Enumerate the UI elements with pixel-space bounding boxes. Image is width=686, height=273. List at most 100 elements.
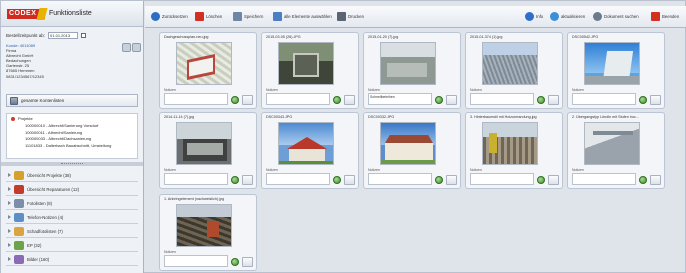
category-ep[interactable]: EP (32)	[6, 239, 138, 252]
confirm-icon[interactable]	[231, 96, 239, 104]
photo-card[interactable]: Dachgeschossplan-neu.jpg Notizen	[159, 32, 257, 109]
photo-thumbnail[interactable]	[380, 42, 436, 85]
project-item[interactable]: 100000033 - Albrecht/Dachsanierung	[11, 136, 133, 143]
project-item[interactable]: 100000011 - Albrecht/Sanierung	[11, 130, 133, 137]
notes-input[interactable]	[164, 173, 228, 185]
expand-arrow-icon[interactable]	[8, 173, 11, 177]
notes-input[interactable]	[572, 93, 636, 105]
confirm-icon[interactable]	[231, 176, 239, 184]
photo-thumbnail[interactable]	[584, 42, 640, 85]
remove-button[interactable]	[242, 95, 253, 105]
category-reparaturen[interactable]: Übersicht Reparaturen (12)	[6, 183, 138, 196]
photo-card[interactable]: 2015-01-20 (7).jpg Notizen Schnellbeleih…	[363, 32, 461, 109]
remove-button[interactable]	[242, 257, 253, 267]
photo-thumbnail[interactable]	[278, 122, 334, 165]
category-bilder[interactable]: Bilder (160)	[6, 253, 138, 266]
photo-card[interactable]: 2014-11-14 (7).jpg Notizen	[159, 112, 257, 189]
expand-arrow-icon[interactable]	[8, 201, 11, 205]
info-button[interactable]: Info	[525, 12, 543, 21]
damage-photo-icon	[14, 226, 24, 236]
photo-card[interactable]: DSC00332.JPG Notizen	[363, 112, 461, 189]
notes-input[interactable]	[266, 93, 330, 105]
photo-filename: 2015-01-20 (7).jpg	[368, 35, 399, 39]
photo-thumbnail[interactable]	[380, 122, 436, 165]
notes-input[interactable]	[470, 173, 534, 185]
photo-card[interactable]: 2015-03-05 (26).JPG Notizen	[261, 32, 359, 109]
expand-arrow-icon[interactable]	[8, 215, 11, 219]
sidebar-splitter[interactable]	[1, 162, 143, 166]
remove-button[interactable]	[650, 95, 661, 105]
photo-thumbnail[interactable]	[482, 42, 538, 85]
photo-card[interactable]: 2015-01-374 (1).jpg Notizen	[465, 32, 563, 109]
remove-button[interactable]	[446, 95, 457, 105]
save-button[interactable]: Speichern	[233, 12, 263, 21]
confirm-icon[interactable]	[639, 96, 647, 104]
remove-button[interactable]	[344, 175, 355, 185]
category-schadfotos[interactable]: Schadfotolisten (7)	[6, 225, 138, 238]
photo-thumbnail[interactable]	[278, 42, 334, 85]
confirm-icon[interactable]	[537, 176, 545, 184]
section-kontenlisten[interactable]: gesamte Kontenlisten	[6, 94, 138, 107]
photo-thumbnail[interactable]	[176, 42, 232, 85]
photo-thumbnail[interactable]	[176, 204, 232, 247]
photo-card[interactable]: 1. Anbringelement (nachweislich).jpg Not…	[159, 194, 257, 271]
remove-button[interactable]	[650, 175, 661, 185]
notes-input[interactable]	[266, 173, 330, 185]
confirm-icon[interactable]	[537, 96, 545, 104]
category-telefon[interactable]: Telefon-Notizen (4)	[6, 211, 138, 224]
remove-button[interactable]	[548, 175, 559, 185]
photo-thumbnail[interactable]	[176, 122, 232, 165]
expand-arrow-icon[interactable]	[8, 243, 11, 247]
notes-input[interactable]	[572, 173, 636, 185]
photo-filename: DSC00542.JPG	[572, 35, 599, 39]
notes-label: Notizen	[572, 88, 584, 92]
notes-input[interactable]	[368, 173, 432, 185]
notes-input[interactable]: Schnellbeleihen	[368, 93, 432, 105]
photo-thumbnail[interactable]	[584, 122, 640, 165]
confirm-icon[interactable]	[231, 258, 239, 266]
reset-button[interactable]: Zurücksetzen	[151, 12, 188, 21]
user-settings-icon[interactable]	[122, 43, 131, 52]
notes-input[interactable]	[164, 93, 228, 105]
print-button[interactable]: Drucken	[337, 12, 364, 21]
print-label: Drucken	[348, 14, 365, 19]
expand-arrow-icon[interactable]	[8, 257, 11, 261]
category-label: EP (32)	[27, 242, 42, 248]
user-edit-icon[interactable]	[132, 43, 141, 52]
remove-button[interactable]	[344, 95, 355, 105]
photo-filename: 2. Übergangstyp Löndln mit Stufen hoc...	[572, 115, 639, 119]
confirm-icon[interactable]	[333, 176, 341, 184]
date-input[interactable]: 01.01.2013	[48, 32, 79, 39]
remove-button[interactable]	[548, 95, 559, 105]
expand-arrow-icon[interactable]	[8, 187, 11, 191]
photo-thumbnail[interactable]	[482, 122, 538, 165]
remove-button[interactable]	[242, 175, 253, 185]
photo-card[interactable]: 2. Übergangstyp Löndln mit Stufen hoc...…	[567, 112, 665, 189]
category-fotolisten[interactable]: Fotolisten (8)	[6, 197, 138, 210]
search-document-button[interactable]: Dokument suchen	[593, 12, 639, 21]
projects-root[interactable]: Projekte	[11, 116, 133, 123]
notes-input[interactable]	[164, 255, 228, 267]
exit-button[interactable]: Beenden	[651, 12, 679, 21]
refresh-button[interactable]: aktualisieren	[550, 12, 585, 21]
confirm-icon[interactable]	[435, 96, 443, 104]
confirm-icon[interactable]	[333, 96, 341, 104]
project-item[interactable]: 11101833 - Dallerbach Bauabschnitt, Umst…	[11, 143, 133, 150]
calendar-icon[interactable]	[81, 33, 87, 38]
expand-arrow-icon[interactable]	[8, 229, 11, 233]
confirm-icon[interactable]	[435, 176, 443, 184]
photo-card[interactable]: DSC00542.JPG Notizen	[567, 32, 665, 109]
select-all-button[interactable]: alle Elemente auswählen	[273, 12, 332, 21]
confirm-icon[interactable]	[639, 176, 647, 184]
delete-button[interactable]: Löschen	[195, 12, 222, 21]
sidebar: CODEX Funktionsliste Bestellzeitpunkt ab…	[1, 1, 144, 273]
photo-card[interactable]: DSC00343.JPG Notizen	[261, 112, 359, 189]
notes-input[interactable]	[470, 93, 534, 105]
images-icon	[14, 254, 24, 264]
category-projekte[interactable]: Übersicht Projekte (38)	[6, 169, 138, 182]
notes-label: Notizen	[164, 168, 176, 172]
save-icon	[233, 12, 242, 21]
remove-button[interactable]	[446, 175, 457, 185]
photo-card[interactable]: 3. Hinterbaumstil mit Holzumrandung.jpg …	[465, 112, 563, 189]
project-item[interactable]: 100000010 - Albrecht/Sanierung Vorsdorf	[11, 123, 133, 130]
